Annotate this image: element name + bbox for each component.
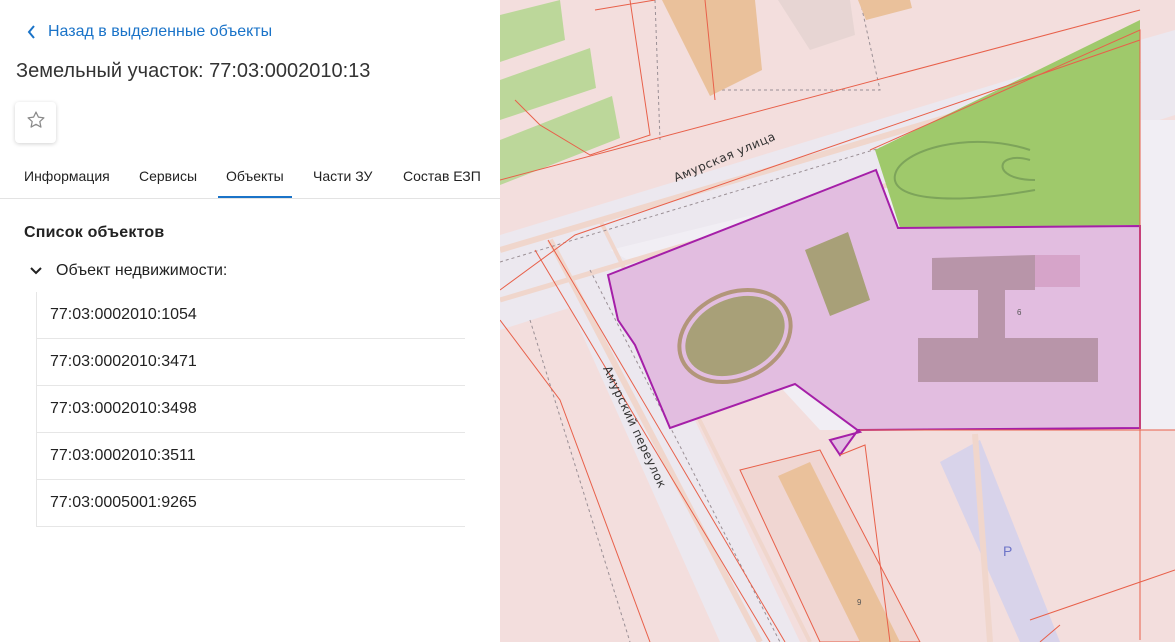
chevron-left-icon <box>22 22 42 42</box>
list-item[interactable]: 77:03:0002010:1054 <box>37 292 465 339</box>
tab-info[interactable]: Информация <box>24 168 110 184</box>
list-item[interactable]: 77:03:0002010:3498 <box>37 386 465 433</box>
building-number: 9 <box>857 598 862 607</box>
object-list: 77:03:0002010:1054 77:03:0002010:3471 77… <box>36 292 465 527</box>
group-toggle[interactable]: Объект недвижимости: <box>28 262 227 280</box>
tab-objects[interactable]: Объекты <box>218 168 292 198</box>
list-item[interactable]: 77:03:0002010:3471 <box>37 339 465 386</box>
list-item[interactable]: 77:03:0002010:3511 <box>37 433 465 480</box>
map-canvas <box>500 0 1175 642</box>
tab-services[interactable]: Сервисы <box>139 168 197 184</box>
tab-bar: Информация Сервисы Объекты Части ЗУ Сост… <box>0 158 500 199</box>
page-title: Земельный участок: 77:03:0002010:13 <box>16 60 371 82</box>
map-view[interactable]: Амурская улица Амурский переулок 6 9 P <box>500 0 1175 642</box>
tab-ezp[interactable]: Состав ЕЗП <box>403 168 481 184</box>
tab-parts[interactable]: Части ЗУ <box>313 168 372 184</box>
favorite-button[interactable] <box>15 102 56 143</box>
group-label: Объект недвижимости: <box>56 262 228 279</box>
star-icon <box>26 110 46 135</box>
back-link-label: Назад в выделенные объекты <box>48 23 273 40</box>
section-title: Список объектов <box>24 224 165 241</box>
side-panel: Назад в выделенные объекты Земельный уча… <box>0 0 500 642</box>
building-number: 6 <box>1017 308 1022 317</box>
chevron-down-icon <box>28 263 44 279</box>
list-item[interactable]: 77:03:0005001:9265 <box>37 480 465 527</box>
parking-label: P <box>1003 543 1013 559</box>
back-link[interactable]: Назад в выделенные объекты <box>22 20 272 44</box>
